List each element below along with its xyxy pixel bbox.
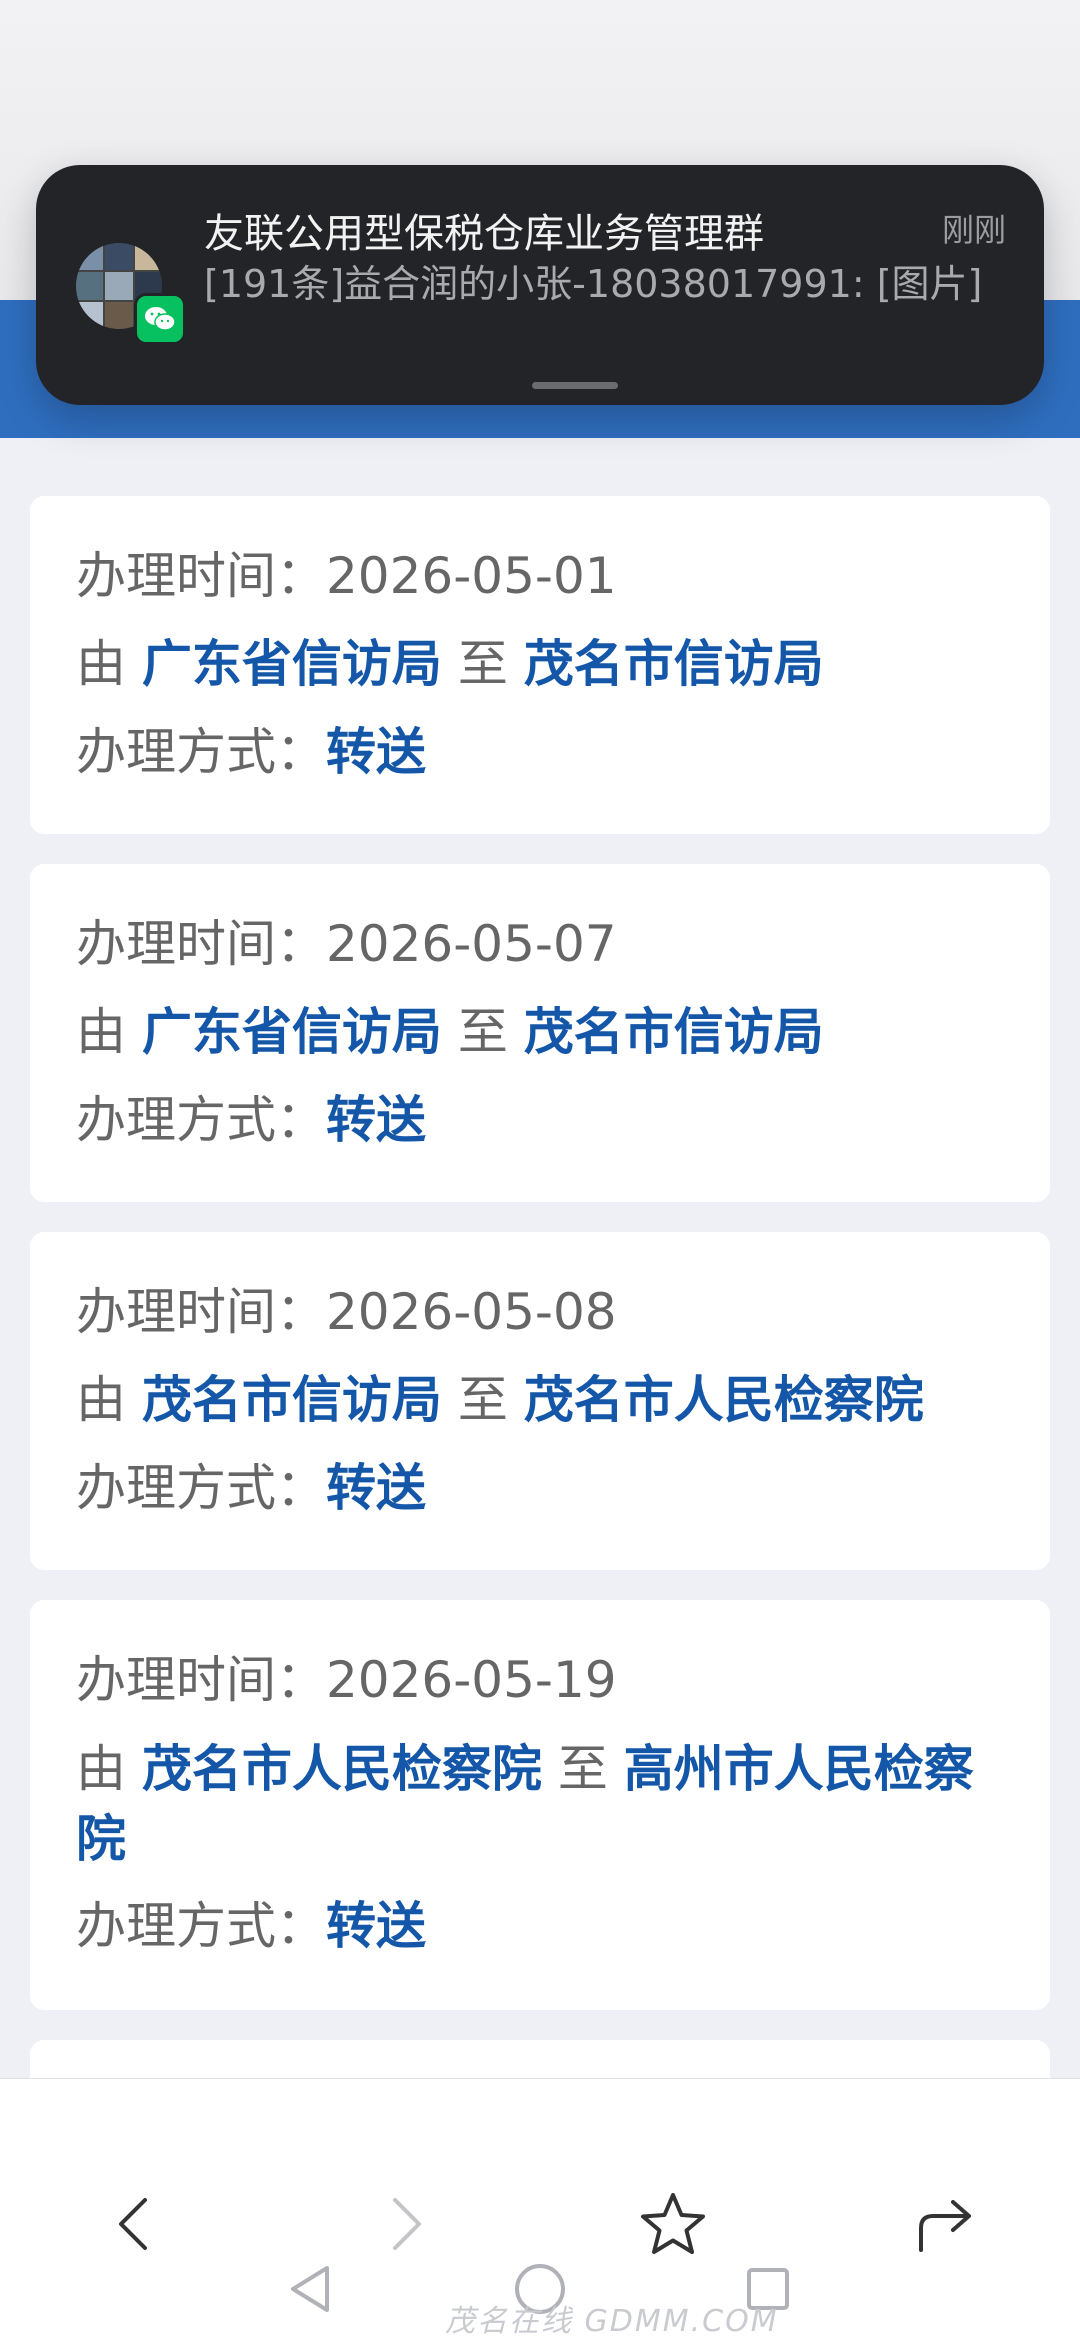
share-icon[interactable] bbox=[900, 2179, 990, 2269]
record-from: 茂名市人民检察院 bbox=[141, 1740, 542, 1798]
notification-message: [191条]益合润的小张-18038017991: [图片] bbox=[204, 262, 983, 306]
method-label: 办理方式： bbox=[76, 1897, 326, 1955]
method-label: 办理方式： bbox=[76, 723, 326, 781]
record-method-line: 办理方式：转送 bbox=[76, 708, 1004, 796]
to-word: 至 bbox=[457, 635, 508, 693]
time-label: 办理时间： bbox=[76, 547, 326, 605]
to-word: 至 bbox=[557, 1740, 608, 1798]
record-time-line: 办理时间：2026-05-19 bbox=[76, 1636, 1004, 1724]
notification-title: 友联公用型保税仓库业务管理群 bbox=[204, 211, 764, 257]
from-word: 由 bbox=[76, 635, 126, 693]
record-method-line: 办理方式：转送 bbox=[76, 1076, 1004, 1164]
record-date: 2026-05-01 bbox=[326, 547, 617, 605]
record-card: 办理时间：2026-05-08 由 茂名市信访局 至 茂名市人民检察院 办理方式… bbox=[30, 1232, 1050, 1570]
record-route-line: 由 广东省信访局 至 茂名市信访局 bbox=[76, 988, 1004, 1076]
record-date: 2026-05-19 bbox=[326, 1651, 617, 1709]
time-label: 办理时间： bbox=[76, 915, 326, 973]
triangle-back-icon[interactable] bbox=[270, 2249, 350, 2329]
back-arrow-icon[interactable] bbox=[88, 2179, 178, 2269]
record-method-line: 办理方式：转送 bbox=[76, 1882, 1004, 1970]
record-card: 办理时间：2026-05-19 由 茂名市人民检察院 至 高州市人民检察院 办理… bbox=[30, 1600, 1050, 2010]
record-method-line: 办理方式：转送 bbox=[76, 1444, 1004, 1532]
star-icon[interactable] bbox=[628, 2179, 718, 2269]
record-method: 转送 bbox=[326, 1897, 426, 1955]
record-method: 转送 bbox=[326, 1091, 426, 1149]
record-route-line: 由 茂名市人民检察院 至 高州市人民检察院 bbox=[76, 1734, 1004, 1874]
time-label: 办理时间： bbox=[76, 1651, 326, 1709]
record-to: 茂名市人民检察院 bbox=[523, 1371, 924, 1429]
record-method: 转送 bbox=[326, 1459, 426, 1517]
record-time-line: 办理时间：2026-05-08 bbox=[76, 1268, 1004, 1356]
record-from: 广东省信访局 bbox=[141, 635, 442, 693]
wechat-icon bbox=[134, 293, 186, 345]
to-word: 至 bbox=[457, 1003, 508, 1061]
from-word: 由 bbox=[76, 1003, 126, 1061]
notification-banner[interactable]: 友联公用型保税仓库业务管理群 刚刚 [191条]益合润的小张-180380179… bbox=[36, 165, 1044, 405]
record-to: 茂名市信访局 bbox=[523, 1003, 824, 1061]
notification-time: 刚刚 bbox=[941, 211, 1006, 249]
record-date: 2026-05-07 bbox=[326, 915, 617, 973]
record-time-line: 办理时间：2026-05-01 bbox=[76, 532, 1004, 620]
forward-arrow-icon[interactable] bbox=[362, 2179, 452, 2269]
time-label: 办理时间： bbox=[76, 1283, 326, 1341]
record-card: 办理时间：2026-05-07 由 广东省信访局 至 茂名市信访局 办理方式：转… bbox=[30, 864, 1050, 1202]
from-word: 由 bbox=[76, 1740, 126, 1798]
method-label: 办理方式： bbox=[76, 1091, 326, 1149]
watermark: 茂名在线 GDMM.COM bbox=[445, 2304, 779, 2339]
record-time-line: 办理时间：2026-05-07 bbox=[76, 900, 1004, 988]
record-date: 2026-05-08 bbox=[326, 1283, 617, 1341]
from-word: 由 bbox=[76, 1371, 126, 1429]
record-card: 办理时间：2026-05-01 由 广东省信访局 至 茂名市信访局 办理方式：转… bbox=[30, 496, 1050, 834]
record-method: 转送 bbox=[326, 723, 426, 781]
record-route-line: 由 广东省信访局 至 茂名市信访局 bbox=[76, 620, 1004, 708]
record-to: 茂名市信访局 bbox=[523, 635, 824, 693]
notification-drag-handle[interactable] bbox=[532, 382, 618, 389]
record-from: 广东省信访局 bbox=[141, 1003, 442, 1061]
method-label: 办理方式： bbox=[76, 1459, 326, 1517]
record-route-line: 由 茂名市信访局 至 茂名市人民检察院 bbox=[76, 1356, 1004, 1444]
to-word: 至 bbox=[457, 1371, 508, 1429]
record-from: 茂名市信访局 bbox=[141, 1371, 442, 1429]
